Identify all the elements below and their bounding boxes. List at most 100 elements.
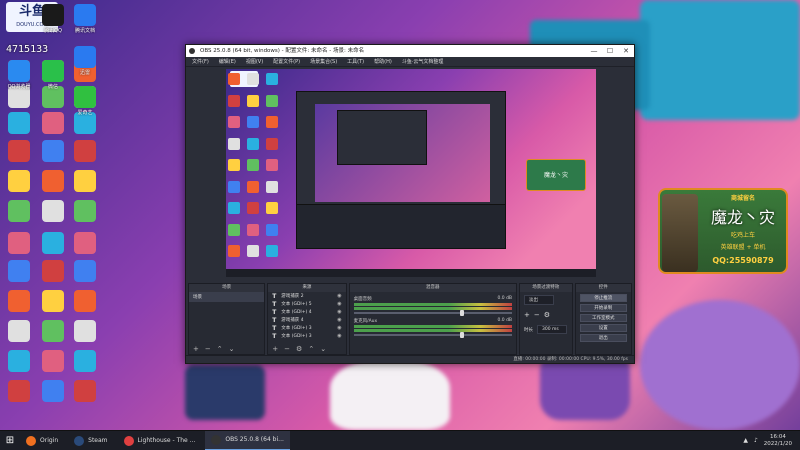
desktop-shortcut[interactable] — [36, 232, 70, 256]
add-source-icon[interactable]: + — [272, 344, 278, 354]
source-item[interactable]: T 文本 (GDI+) 3 ◉ — [268, 332, 345, 340]
taskbar-item[interactable]: OBS 25.0.8 (64 bi... — [205, 430, 290, 450]
visibility-icon[interactable]: ◉ — [337, 333, 341, 339]
desktop-shortcut[interactable] — [2, 112, 36, 136]
visibility-icon[interactable]: ◉ — [337, 293, 341, 299]
desktop-shortcut[interactable] — [2, 170, 36, 194]
app-icon — [42, 140, 64, 162]
menu-tools[interactable]: 工具(T) — [347, 57, 364, 66]
gear-icon[interactable]: ⚙ — [296, 344, 302, 354]
clock[interactable]: 16:04 2022/1/20 — [764, 434, 792, 448]
desktop-shortcut[interactable] — [68, 260, 102, 284]
desktop-shortcut[interactable] — [36, 290, 70, 314]
taskbar-item[interactable]: Steam — [68, 431, 113, 450]
desktop-shortcut[interactable] — [36, 380, 70, 404]
studio-mode-button[interactable]: 工作室模式 — [579, 314, 628, 322]
desktop-shortcut[interactable] — [2, 320, 36, 344]
desktop-shortcut[interactable] — [68, 350, 102, 374]
taskbar-item[interactable]: Origin — [20, 431, 64, 450]
desktop-shortcut[interactable] — [2, 290, 36, 314]
sources-dock-title: 来源 — [268, 284, 346, 292]
preview-nested-window — [337, 110, 427, 165]
scene-item[interactable]: 场景 — [189, 292, 265, 302]
obs-titlebar[interactable]: OBS 25.0.8 (64 bit, windows) - 配置文件: 未命名… — [186, 45, 634, 57]
desktop-shortcut[interactable] — [36, 112, 70, 136]
transition-select[interactable]: 淡出 — [524, 295, 555, 305]
obs-preview-canvas[interactable]: 魔龙丶灾 — [226, 69, 596, 277]
exit-button[interactable]: 退出 — [579, 334, 628, 342]
desktop-shortcut-thunder[interactable]: 迅雷 — [68, 46, 102, 76]
app-icon — [8, 140, 30, 162]
source-item[interactable]: T 文本 (GDI+) 5 ◉ — [268, 300, 345, 308]
visibility-icon[interactable]: ◉ — [337, 301, 341, 307]
desktop-shortcut[interactable] — [68, 140, 102, 164]
source-item[interactable]: T 游戏捕获 4 ◉ — [268, 316, 345, 324]
add-transition-icon[interactable]: + — [524, 311, 530, 319]
desktop-shortcut[interactable] — [36, 260, 70, 284]
desktop-shortcut-wechat[interactable]: 微信 — [36, 60, 70, 90]
add-scene-icon[interactable]: + — [193, 344, 199, 354]
source-item[interactable]: T 文本 (GDI+) 4 ◉ — [268, 308, 345, 316]
remove-transition-icon[interactable]: − — [534, 311, 540, 319]
settings-button[interactable]: 设置 — [579, 324, 628, 332]
maximize-button[interactable]: ☐ — [602, 45, 618, 57]
menu-plugin[interactable]: 斗鱼·云气文档整理 — [402, 57, 444, 66]
visibility-icon[interactable]: ◉ — [337, 325, 341, 331]
desktop-shortcut[interactable] — [68, 380, 102, 404]
close-button[interactable]: ✕ — [618, 45, 634, 57]
minimize-button[interactable]: — — [586, 45, 602, 57]
stop-streaming-button[interactable]: 停止推流 — [579, 294, 628, 302]
source-item[interactable]: T 文本 (GDI+) 3 ◉ — [268, 324, 345, 332]
remove-source-icon[interactable]: − — [284, 344, 290, 354]
menu-scene-collection[interactable]: 场景集合(S) — [310, 57, 337, 66]
desktop-shortcut-chat[interactable]: QQ浏览器 — [2, 60, 36, 90]
desktop-shortcut[interactable] — [36, 200, 70, 224]
desktop-shortcut[interactable] — [36, 320, 70, 344]
menu-profile[interactable]: 配置文件(P) — [273, 57, 300, 66]
network-icon[interactable]: ▲ — [743, 437, 748, 444]
move-up-icon[interactable]: ⌃ — [217, 344, 223, 354]
desktop-shortcut-iqiyi[interactable]: 爱奇艺 — [68, 86, 102, 116]
desktop-shortcut[interactable] — [68, 170, 102, 194]
menu-file[interactable]: 文件(F) — [192, 57, 209, 66]
duration-field[interactable]: 300 ms — [537, 325, 568, 334]
desktop-shortcut[interactable] — [2, 380, 36, 404]
badge-line-1: 吃鸡上车 — [730, 232, 755, 239]
move-down-icon[interactable]: ⌄ — [229, 344, 235, 354]
volume-icon[interactable]: ♪ — [754, 437, 758, 444]
desktop-shortcut[interactable] — [36, 140, 70, 164]
menu-view[interactable]: 视图(V) — [246, 57, 263, 66]
volume-slider[interactable] — [353, 310, 513, 316]
desktop-shortcut[interactable] — [2, 140, 36, 164]
menu-help[interactable]: 帮助(H) — [374, 57, 392, 66]
app-icon — [42, 260, 64, 282]
move-up-icon[interactable]: ⌃ — [308, 344, 314, 354]
move-down-icon[interactable]: ⌄ — [320, 344, 326, 354]
gear-icon[interactable]: ⚙ — [544, 311, 550, 319]
desktop-shortcut[interactable] — [68, 290, 102, 314]
app-icon — [42, 170, 64, 192]
desktop-shortcut[interactable] — [68, 200, 102, 224]
desktop-shortcut[interactable] — [68, 320, 102, 344]
desktop-shortcut-qq[interactable]: 腾讯QQ — [36, 4, 70, 34]
volume-slider[interactable] — [353, 332, 513, 338]
start-button[interactable]: ⊞ — [0, 431, 20, 450]
visibility-icon[interactable]: ◉ — [337, 309, 341, 315]
desktop-shortcut[interactable] — [2, 200, 36, 224]
channel-db: 0.0 dB — [497, 318, 513, 323]
desktop-shortcut[interactable] — [36, 350, 70, 374]
visibility-icon[interactable]: ◉ — [337, 317, 341, 323]
desktop-shortcut[interactable] — [2, 260, 36, 284]
remove-scene-icon[interactable]: − — [205, 344, 211, 354]
desktop-shortcut-document[interactable]: 腾讯文档 — [68, 4, 102, 34]
source-item[interactable]: T 游戏捕获 2 ◉ — [268, 292, 345, 300]
obs-window[interactable]: OBS 25.0.8 (64 bit, windows) - 配置文件: 未命名… — [185, 44, 635, 364]
desktop-shortcut[interactable] — [36, 170, 70, 194]
start-recording-button[interactable]: 开始录制 — [579, 304, 628, 312]
desktop-shortcut[interactable] — [2, 232, 36, 256]
preview-app-icon — [228, 223, 240, 236]
menu-edit[interactable]: 编辑(E) — [219, 57, 236, 66]
taskbar-item[interactable]: Lighthouse - The ... — [118, 431, 202, 450]
desktop-shortcut[interactable] — [68, 232, 102, 256]
desktop-shortcut[interactable] — [2, 350, 36, 374]
